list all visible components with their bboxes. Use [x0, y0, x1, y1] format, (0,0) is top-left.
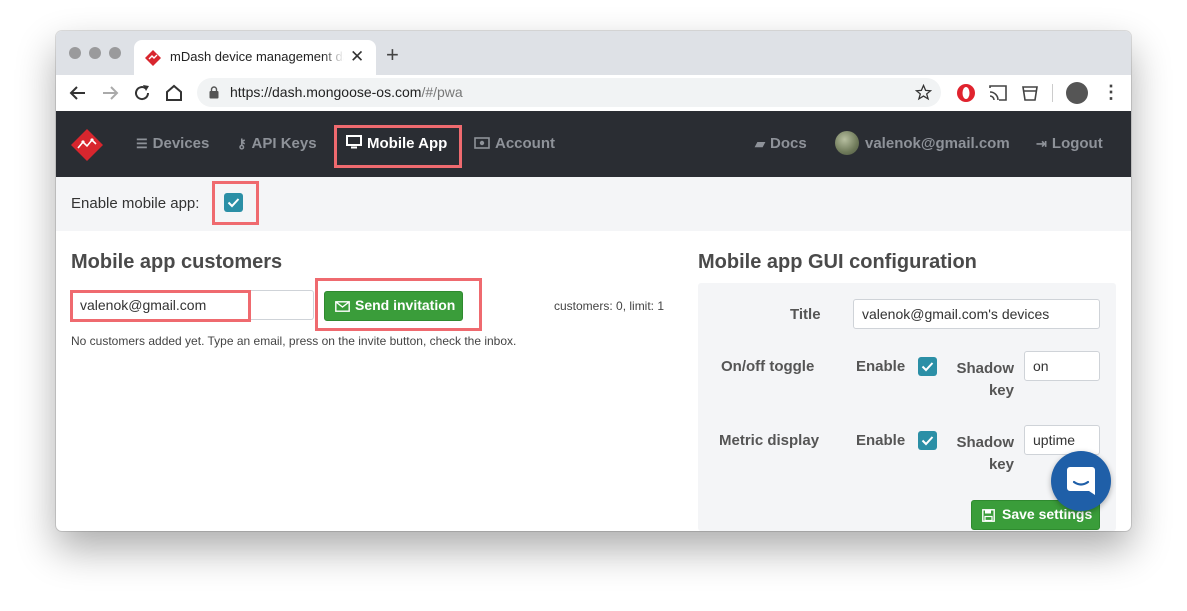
customers-count: customers: 0, limit: 1 [554, 299, 665, 313]
metric-shadow-key-label: Shadow key [955, 432, 1014, 476]
url-host: https://dash.mongoose-os.com [230, 84, 422, 100]
nav-user-label: valenok@gmail.com [865, 135, 1010, 152]
metric-shadow-key-input[interactable] [1024, 425, 1100, 455]
chat-widget-button[interactable] [1051, 451, 1111, 511]
avatar [835, 130, 859, 155]
nav-account-label: Account [495, 135, 555, 152]
highlight-email-input [70, 290, 251, 322]
nav-logout-label: Logout [1051, 135, 1103, 152]
enable-mobile-app-label: Enable mobile app: [71, 195, 200, 212]
enable-bar: Enable mobile app: [56, 177, 1131, 231]
chat-icon [1067, 467, 1095, 495]
nav-user[interactable]: valenok@gmail.com [835, 130, 1010, 155]
mdash-logo-icon[interactable] [70, 128, 104, 162]
metric-enable-checkbox[interactable] [918, 431, 937, 450]
check-icon [921, 436, 934, 446]
onoff-shadow-label-line1: Shadow [956, 360, 1014, 377]
onoff-shadow-key-label: Shadow key [955, 358, 1014, 402]
logout-icon: ⇥ [1036, 136, 1047, 151]
highlight-mobile-app [334, 125, 462, 168]
nav-devices-label: Devices [152, 135, 210, 152]
back-icon[interactable] [66, 81, 90, 105]
gui-config-heading: Mobile app GUI configuration [698, 251, 977, 273]
opera-extension-icon[interactable] [956, 83, 976, 103]
nav-logout[interactable]: ⇥ Logout [1036, 133, 1103, 155]
forward-icon[interactable] [98, 81, 122, 105]
mdash-favicon-icon [145, 50, 161, 66]
url-text: https://dash.mongoose-os.com/#/pwa [230, 84, 463, 100]
list-icon: ☰ [136, 136, 148, 151]
cast-icon[interactable] [988, 84, 1008, 102]
tab-strip: mDash device management da ✕ + [56, 31, 1131, 75]
nav-docs[interactable]: ▰ Docs [755, 133, 807, 155]
nav-api-keys[interactable]: ⚷ API Keys [237, 133, 317, 155]
nav-docs-label: Docs [770, 135, 807, 152]
extension-icon[interactable] [1020, 83, 1040, 103]
customers-heading: Mobile app customers [71, 251, 283, 273]
address-bar[interactable]: https://dash.mongoose-os.com/#/pwa [197, 78, 941, 107]
profile-avatar-icon[interactable] [1066, 82, 1088, 104]
bookmark-star-icon[interactable] [915, 84, 932, 101]
maximize-window-button[interactable] [109, 47, 121, 59]
onoff-enable-label: Enable [856, 358, 906, 375]
save-icon [982, 509, 995, 522]
onoff-shadow-label-line2: key [988, 382, 1014, 399]
money-icon [474, 133, 490, 155]
metric-shadow-label-line2: key [988, 456, 1014, 473]
check-icon [921, 362, 934, 372]
onoff-toggle-label: On/off toggle [721, 358, 815, 375]
metric-enable-label: Enable [856, 432, 906, 449]
key-icon: ⚷ [237, 136, 247, 151]
book-icon: ▰ [755, 136, 765, 151]
close-window-button[interactable] [69, 47, 81, 59]
customers-note: No customers added yet. Type an email, p… [71, 334, 517, 348]
app-navbar: ☰ Devices ⚷ API Keys Mobile App Account ▰ D… [56, 111, 1131, 177]
nav-api-keys-label: API Keys [251, 135, 317, 152]
title-input[interactable] [853, 299, 1100, 329]
tab-title: mDash device management da [170, 49, 344, 67]
minimize-window-button[interactable] [89, 47, 101, 59]
browser-window: mDash device management da ✕ + https://d… [56, 31, 1131, 531]
lock-icon [209, 86, 219, 99]
reload-icon[interactable] [130, 81, 154, 105]
highlight-send-button [315, 278, 482, 331]
metric-display-label: Metric display [719, 432, 820, 449]
browser-tab[interactable]: mDash device management da ✕ [134, 40, 376, 75]
title-label: Title [790, 306, 821, 323]
onoff-shadow-key-input[interactable] [1024, 351, 1100, 381]
onoff-enable-checkbox[interactable] [918, 357, 937, 376]
home-icon[interactable] [162, 81, 186, 105]
toolbar-separator [1052, 84, 1053, 102]
tab-close-icon[interactable]: ✕ [350, 47, 364, 67]
nav-devices[interactable]: ☰ Devices [136, 133, 209, 155]
browser-toolbar: https://dash.mongoose-os.com/#/pwa ⋮ [56, 75, 1131, 112]
highlight-enable-checkbox [212, 181, 259, 225]
browser-menu-icon[interactable]: ⋮ [1102, 81, 1120, 103]
nav-account[interactable]: Account [474, 133, 555, 155]
new-tab-button[interactable]: + [386, 42, 399, 68]
url-path: /#/pwa [421, 84, 463, 100]
metric-shadow-label-line1: Shadow [956, 434, 1014, 451]
